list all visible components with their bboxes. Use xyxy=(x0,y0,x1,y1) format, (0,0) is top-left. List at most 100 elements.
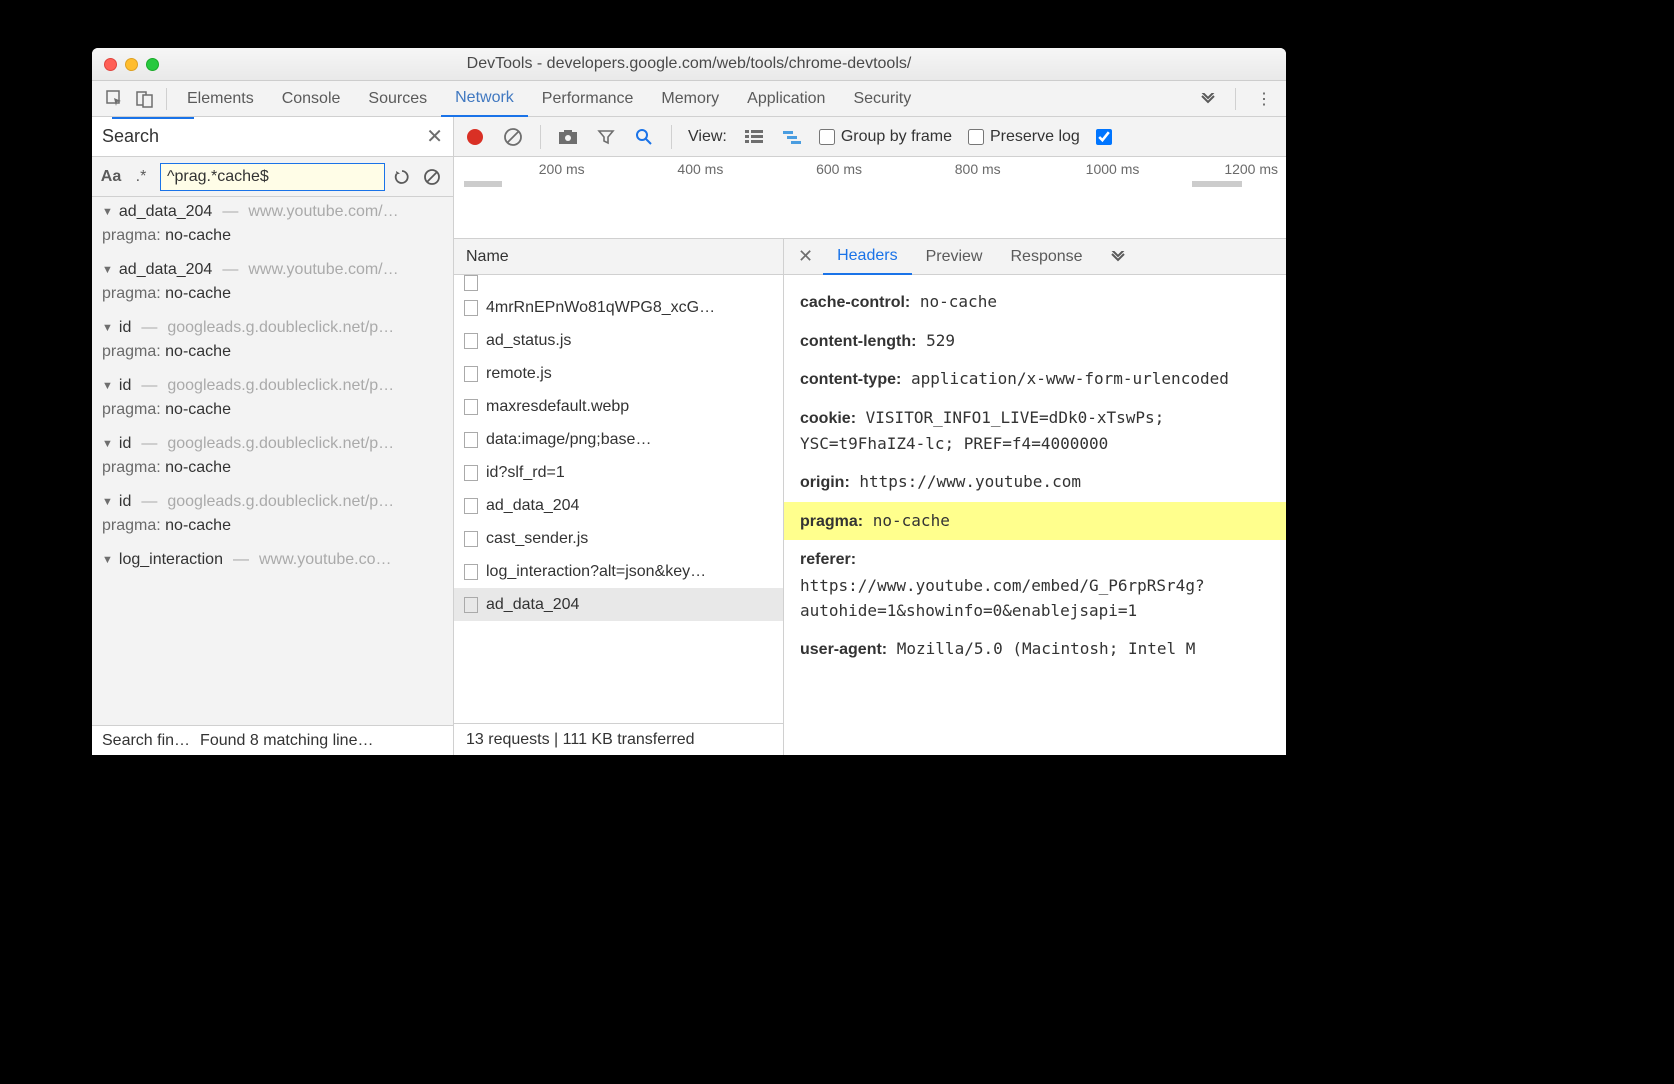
search-status-right: Found 8 matching line… xyxy=(200,732,373,750)
close-search-icon[interactable]: ✕ xyxy=(426,124,443,149)
detail-tab-preview[interactable]: Preview xyxy=(912,239,997,275)
timeline-tick: 400 ms xyxy=(593,157,732,238)
file-icon xyxy=(464,465,478,481)
table-row[interactable]: data:image/png;base… xyxy=(454,423,783,456)
chevron-down-icon: ▼ xyxy=(102,264,113,276)
table-row[interactable]: cast_sender.js xyxy=(454,522,783,555)
disable-cache-checkbox[interactable] xyxy=(1096,129,1112,145)
search-result-file[interactable]: ▼ad_data_204—www.youtube.com/… xyxy=(92,197,453,223)
zoom-window-button[interactable] xyxy=(146,58,159,71)
search-status: Search fin… Found 8 matching line… xyxy=(92,725,453,755)
request-list: Name ⁠ 4mrRnEPnWo81qWPG8_xcG…ad_status.j… xyxy=(454,239,784,755)
header-row[interactable]: pragma: no-cache xyxy=(784,502,1286,541)
settings-kebab-icon[interactable]: ⋮ xyxy=(1242,89,1286,109)
timeline-overview[interactable]: 200 ms400 ms600 ms800 ms1000 ms1200 ms xyxy=(454,157,1286,239)
search-result-file[interactable]: ▼id—googleads.g.doubleclick.net/p… xyxy=(92,371,453,397)
search-result-file[interactable]: ▼id—googleads.g.doubleclick.net/p… xyxy=(92,429,453,455)
file-icon xyxy=(464,432,478,448)
view-label: View: xyxy=(688,128,727,146)
header-row[interactable]: user-agent: Mozilla/5.0 (Macintosh; Inte… xyxy=(784,630,1286,669)
table-row[interactable]: 4mrRnEPnWo81qWPG8_xcG… xyxy=(454,291,783,324)
table-row[interactable]: log_interaction?alt=json&key… xyxy=(454,555,783,588)
header-row[interactable]: content-type: application/x-www-form-url… xyxy=(784,360,1286,399)
filter-icon[interactable] xyxy=(595,126,617,148)
chevron-down-icon: ▼ xyxy=(102,322,113,334)
request-list-header[interactable]: Name xyxy=(454,239,783,275)
search-result-file[interactable]: ▼id—googleads.g.doubleclick.net/p… xyxy=(92,487,453,513)
more-tabs-icon[interactable] xyxy=(1187,93,1229,105)
timeline-tick: 600 ms xyxy=(731,157,870,238)
search-result-match[interactable]: pragma: no-cache xyxy=(92,455,453,487)
regex-icon[interactable]: .* xyxy=(130,168,152,186)
refresh-search-icon[interactable] xyxy=(393,168,415,186)
header-row[interactable]: cookie: VISITOR_INFO1_LIVE=dDk0-xTswPs; … xyxy=(784,399,1286,463)
divider xyxy=(1235,88,1236,110)
minimize-window-button[interactable] xyxy=(125,58,138,71)
tab-elements[interactable]: Elements xyxy=(173,81,268,117)
tab-memory[interactable]: Memory xyxy=(647,81,733,117)
tab-network[interactable]: Network xyxy=(441,81,528,117)
panel-body: Search ✕ Aa .* ▼ad_data_204—www.youtube.… xyxy=(92,117,1286,755)
inspect-element-icon[interactable] xyxy=(100,84,130,114)
large-rows-icon[interactable] xyxy=(743,126,765,148)
search-input[interactable] xyxy=(160,163,385,191)
file-icon xyxy=(464,333,478,349)
file-icon xyxy=(464,531,478,547)
record-icon[interactable] xyxy=(464,126,486,148)
request-detail: ✕ HeadersPreviewResponse cache-control: … xyxy=(784,239,1286,755)
main-tabbar: ElementsConsoleSourcesNetworkPerformance… xyxy=(92,81,1286,117)
table-row[interactable]: remote.js xyxy=(454,357,783,390)
search-result-match[interactable]: pragma: no-cache xyxy=(92,513,453,545)
tab-sources[interactable]: Sources xyxy=(354,81,441,117)
timeline-segment xyxy=(464,181,502,187)
header-row[interactable]: origin: https://www.youtube.com xyxy=(784,463,1286,502)
tab-console[interactable]: Console xyxy=(268,81,355,117)
network-toolbar: View: Group by frame Preserve log xyxy=(454,117,1286,157)
table-row[interactable]: ad_status.js xyxy=(454,324,783,357)
waterfall-icon[interactable] xyxy=(781,126,803,148)
file-icon xyxy=(464,597,478,613)
file-icon xyxy=(464,300,478,316)
search-result-match[interactable]: pragma: no-cache xyxy=(92,281,453,313)
search-result-match[interactable]: pragma: no-cache xyxy=(92,339,453,371)
clear-icon[interactable] xyxy=(502,126,524,148)
device-toolbar-icon[interactable] xyxy=(130,84,160,114)
clear-search-icon[interactable] xyxy=(423,168,445,186)
header-row[interactable]: referer: https://www.youtube.com/embed/G… xyxy=(784,540,1286,630)
search-result-file[interactable]: ▼log_interaction—www.youtube.co… xyxy=(92,545,453,571)
chevron-down-icon: ▼ xyxy=(102,380,113,392)
table-row[interactable]: ⁠ xyxy=(454,275,783,291)
search-title: Search xyxy=(102,126,159,147)
header-row[interactable]: cache-control: no-cache xyxy=(784,283,1286,322)
file-icon xyxy=(464,498,478,514)
preserve-log-checkbox[interactable]: Preserve log xyxy=(968,128,1080,146)
detail-tab-headers[interactable]: Headers xyxy=(823,239,911,275)
table-row[interactable]: ad_data_204 xyxy=(454,588,783,621)
table-row[interactable]: maxresdefault.webp xyxy=(454,390,783,423)
tab-performance[interactable]: Performance xyxy=(528,81,648,117)
search-network-icon[interactable] xyxy=(633,126,655,148)
match-case-icon[interactable]: Aa xyxy=(100,168,122,186)
search-result-file[interactable]: ▼ad_data_204—www.youtube.com/… xyxy=(92,255,453,281)
detail-tabs: ✕ HeadersPreviewResponse xyxy=(784,239,1286,275)
more-detail-tabs-icon[interactable] xyxy=(1109,251,1127,263)
table-row[interactable]: ad_data_204 xyxy=(454,489,783,522)
group-by-frame-checkbox[interactable]: Group by frame xyxy=(819,128,952,146)
close-window-button[interactable] xyxy=(104,58,117,71)
table-row[interactable]: id?slf_rd=1 xyxy=(454,456,783,489)
detail-tab-response[interactable]: Response xyxy=(996,239,1096,275)
search-result-match[interactable]: pragma: no-cache xyxy=(92,397,453,429)
close-detail-icon[interactable]: ✕ xyxy=(788,246,823,267)
request-items: ⁠ 4mrRnEPnWo81qWPG8_xcG…ad_status.jsremo… xyxy=(454,275,783,723)
headers-panel[interactable]: cache-control: no-cachecontent-length: 5… xyxy=(784,275,1286,755)
search-results: ▼ad_data_204—www.youtube.com/…pragma: no… xyxy=(92,197,453,725)
search-result-file[interactable]: ▼id—googleads.g.doubleclick.net/p… xyxy=(92,313,453,339)
timeline-tick: 1000 ms xyxy=(1009,157,1148,238)
search-result-match[interactable]: pragma: no-cache xyxy=(92,223,453,255)
capture-screenshots-icon[interactable] xyxy=(557,126,579,148)
header-row[interactable]: content-length: 529 xyxy=(784,322,1286,361)
tab-application[interactable]: Application xyxy=(733,81,839,117)
divider xyxy=(671,125,672,149)
chevron-down-icon: ▼ xyxy=(102,206,113,218)
tab-security[interactable]: Security xyxy=(839,81,925,117)
